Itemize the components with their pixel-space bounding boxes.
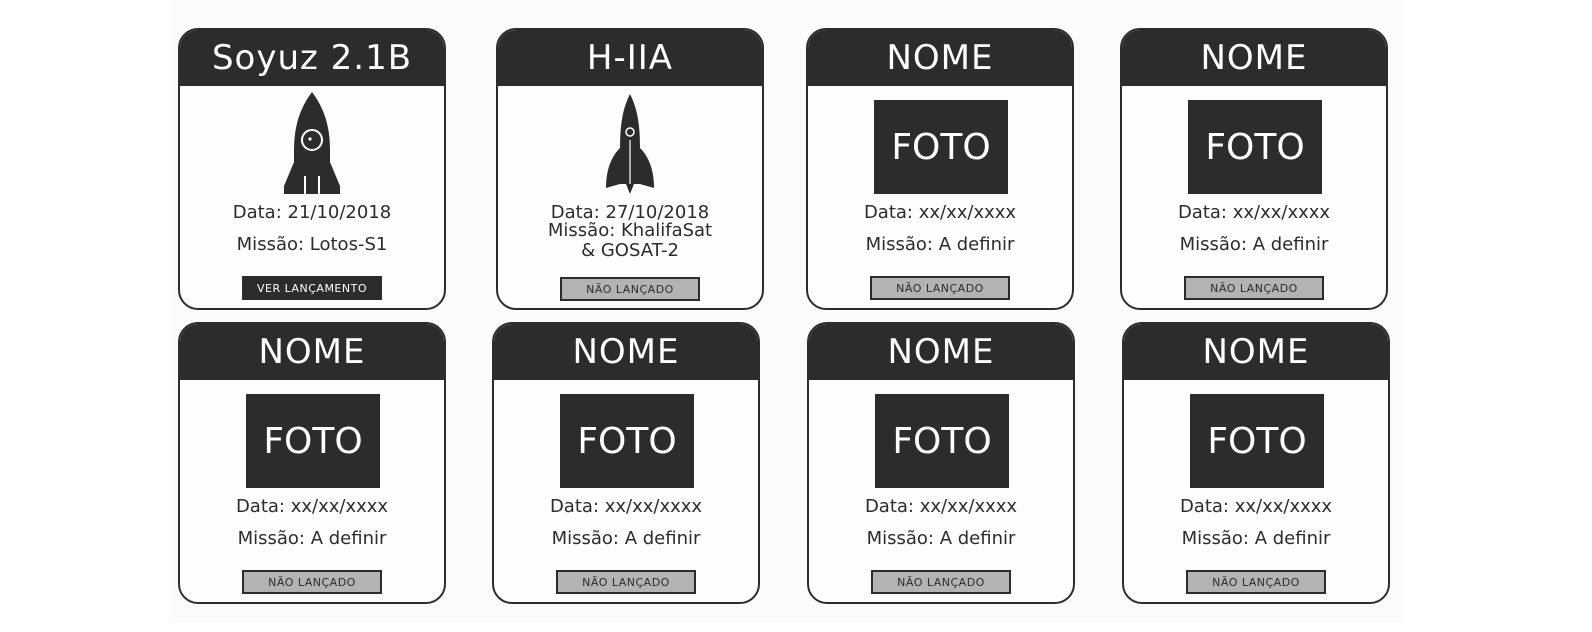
photo-placeholder: FOTO: [246, 394, 380, 488]
card-title: NOME: [494, 324, 758, 380]
card-title: NOME: [808, 30, 1072, 86]
launch-date: Data: 21/10/2018: [232, 202, 392, 223]
launch-card: NOME FOTO Data: xx/xx/xxxx Missão: A def…: [807, 322, 1075, 604]
not-launched-button[interactable]: NÃO LANÇADO: [1184, 276, 1324, 300]
photo-placeholder: FOTO: [874, 100, 1008, 194]
not-launched-button[interactable]: NÃO LANÇADO: [556, 570, 696, 594]
photo-placeholder: FOTO: [1188, 100, 1322, 194]
launch-card: NOME FOTO Data: xx/xx/xxxx Missão: A def…: [1122, 322, 1390, 604]
launch-card: H-IIA Data: 27/10/2018 Missão: KhalifaSa…: [496, 28, 764, 310]
photo-placeholder: FOTO: [1190, 394, 1324, 488]
photo-placeholder: FOTO: [875, 394, 1009, 488]
launch-grid: Soyuz 2.1B Data: 21/10/2018 Missão: Loto…: [170, 0, 1404, 622]
card-title: NOME: [1122, 30, 1386, 86]
launch-card: NOME FOTO Data: xx/xx/xxxx Missão: A def…: [178, 322, 446, 604]
card-title: NOME: [1124, 324, 1388, 380]
launch-mission: Missão: KhalifaSat & GOSAT-2: [547, 220, 713, 261]
not-launched-button[interactable]: NÃO LANÇADO: [871, 570, 1011, 594]
card-title: NOME: [180, 324, 444, 380]
launch-mission: Missão: A definir: [1179, 234, 1329, 255]
launch-mission: Missão: A definir: [865, 234, 1015, 255]
launch-date: Data: xx/xx/xxxx: [864, 496, 1018, 517]
launch-date: Data: xx/xx/xxxx: [235, 496, 389, 517]
card-title: NOME: [809, 324, 1073, 380]
not-launched-button[interactable]: NÃO LANÇADO: [242, 570, 382, 594]
not-launched-button[interactable]: NÃO LANÇADO: [870, 276, 1010, 300]
launch-date: Data: xx/xx/xxxx: [1177, 202, 1331, 223]
launch-mission: Missão: A definir: [551, 528, 701, 549]
launch-card: NOME FOTO Data: xx/xx/xxxx Missão: A def…: [806, 28, 1074, 310]
photo-placeholder: FOTO: [560, 394, 694, 488]
card-title: Soyuz 2.1B: [180, 30, 444, 86]
view-launch-button[interactable]: VER LANÇAMENTO: [242, 276, 382, 300]
launch-mission: Missão: A definir: [1181, 528, 1331, 549]
card-title: H-IIA: [498, 30, 762, 86]
launch-card: NOME FOTO Data: xx/xx/xxxx Missão: A def…: [1120, 28, 1388, 310]
launch-mission: Missão: A definir: [866, 528, 1016, 549]
not-launched-button[interactable]: NÃO LANÇADO: [560, 277, 700, 301]
launch-mission: Missão: Lotos-S1: [236, 234, 388, 255]
launch-card: NOME FOTO Data: xx/xx/xxxx Missão: A def…: [492, 322, 760, 604]
launch-card: Soyuz 2.1B Data: 21/10/2018 Missão: Loto…: [178, 28, 446, 310]
launch-date: Data: xx/xx/xxxx: [549, 496, 703, 517]
not-launched-button[interactable]: NÃO LANÇADO: [1186, 570, 1326, 594]
rocket-icon: [284, 92, 340, 194]
launch-date: Data: xx/xx/xxxx: [863, 202, 1017, 223]
launch-mission: Missão: A definir: [237, 528, 387, 549]
rocket-slim-icon: [606, 94, 654, 194]
launch-date: Data: xx/xx/xxxx: [1179, 496, 1333, 517]
